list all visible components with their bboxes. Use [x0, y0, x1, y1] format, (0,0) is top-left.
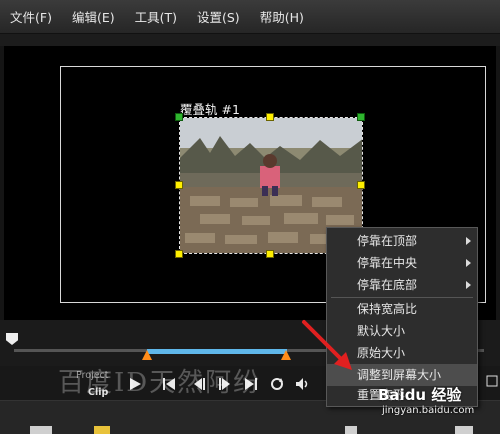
- resize-handle-right[interactable]: [357, 181, 365, 189]
- menu-help[interactable]: 帮助(H): [260, 7, 304, 26]
- menu-item-label: 原始大小: [357, 346, 406, 360]
- menu-item-label: 保持宽高比: [357, 302, 418, 316]
- resize-handle-bottom[interactable]: [266, 250, 274, 258]
- submenu-arrow-icon: [466, 281, 471, 289]
- menu-item-label: 默认大小: [357, 324, 406, 338]
- menu-item-label: 停靠在顶部: [357, 234, 418, 248]
- menu-item-dock-center[interactable]: 停靠在中央: [327, 252, 477, 274]
- menu-settings[interactable]: 设置(S): [197, 7, 240, 26]
- menu-item-label: 停靠在中央: [357, 256, 418, 270]
- menu-item-label: 停靠在底部: [357, 278, 418, 292]
- watermark-text: 百度ID天然阿纷: [58, 368, 262, 398]
- fullscreen-icon[interactable]: [486, 375, 498, 390]
- baidu-url: jingyan.baidu.com: [382, 405, 475, 416]
- volume-icon[interactable]: [292, 376, 314, 392]
- submenu-arrow-icon: [466, 237, 471, 245]
- annotation-arrow-icon: [302, 320, 352, 370]
- baidu-logo: Baidu 经验: [378, 386, 462, 404]
- menu-item-dock-bottom[interactable]: 停靠在底部: [327, 274, 477, 296]
- toolbar-strip: [0, 34, 500, 46]
- resize-handle-left[interactable]: [175, 181, 183, 189]
- overlay-track-label: 覆叠轨 #1: [180, 102, 240, 117]
- context-menu: 停靠在顶部 停靠在中央 停靠在底部 保持宽高比 默认大小 原始大小 调整到屏幕大…: [326, 227, 478, 407]
- resize-handle-top-left[interactable]: [175, 113, 183, 121]
- resize-handle-top[interactable]: [266, 113, 274, 121]
- menu-edit[interactable]: 编辑(E): [72, 7, 115, 26]
- menu-file[interactable]: 文件(F): [10, 7, 52, 26]
- timeline-view-icon[interactable]: [94, 426, 110, 434]
- menu-tools[interactable]: 工具(T): [135, 7, 177, 26]
- menu-item-label: 调整到屏幕大小: [357, 368, 442, 382]
- audio-mixer-icon[interactable]: [345, 426, 357, 434]
- menu-bar: 文件(F) 编辑(E) 工具(T) 设置(S) 帮助(H): [0, 0, 500, 34]
- repeat-icon[interactable]: [266, 376, 288, 392]
- resize-handle-top-right[interactable]: [357, 113, 365, 121]
- resize-handle-bottom-left[interactable]: [175, 250, 183, 258]
- trim-range[interactable]: [147, 349, 287, 354]
- more-tools-icon[interactable]: [455, 426, 473, 434]
- storyboard-view-icon[interactable]: [30, 426, 52, 434]
- menu-item-dock-top[interactable]: 停靠在顶部: [327, 230, 477, 252]
- submenu-arrow-icon: [466, 259, 471, 267]
- menu-item-keep-aspect-ratio[interactable]: 保持宽高比: [327, 298, 477, 320]
